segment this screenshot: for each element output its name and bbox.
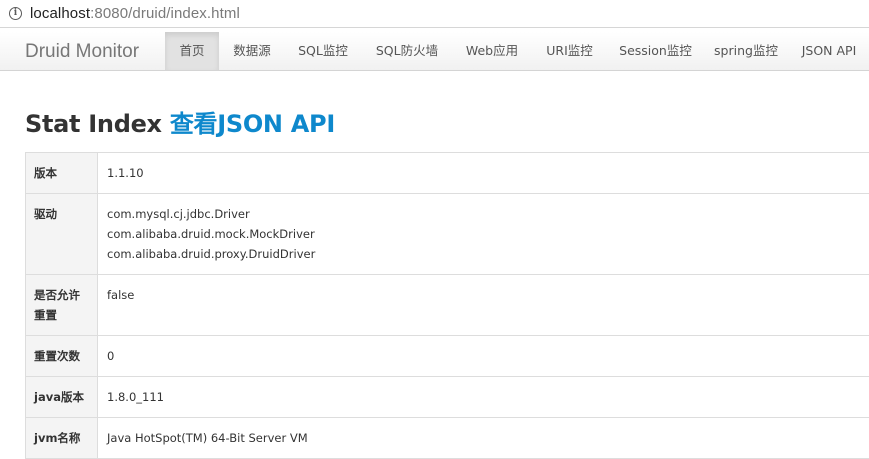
nav-item-sql-firewall[interactable]: SQL防火墙 — [361, 32, 453, 70]
page-title: Stat Index 查看JSON API — [25, 104, 335, 139]
row-key-reset-enable: 是否允许重置 — [25, 275, 98, 335]
table-row: 驱动 com.mysql.cj.jdbc.Driver com.alibaba.… — [25, 194, 869, 275]
json-api-link[interactable]: 查看JSON API — [170, 110, 335, 138]
row-value-version: 1.1.10 — [107, 166, 144, 180]
row-key-version: 版本 — [25, 153, 98, 193]
row-value-reset-count: 0 — [107, 349, 115, 363]
row-value-driver: com.mysql.cj.jdbc.Driver com.alibaba.dru… — [98, 194, 869, 274]
row-key-reset-count: 重置次数 — [25, 336, 98, 376]
info-icon[interactable]: i — [9, 7, 22, 20]
table-row: 重置次数 0 — [25, 336, 869, 377]
page-title-text: Stat Index — [25, 110, 162, 138]
row-value-java-version: 1.8.0_111 — [107, 390, 164, 404]
driver-item: com.alibaba.druid.mock.MockDriver — [107, 227, 315, 241]
nav-item-uri-monitor[interactable]: URI监控 — [531, 32, 608, 70]
table-row: 版本 1.1.10 — [25, 153, 869, 194]
brand-logo-text[interactable]: Druid Monitor — [25, 32, 139, 71]
nav-item-session-monitor[interactable]: Session监控 — [608, 32, 703, 70]
row-key-driver: 驱动 — [25, 194, 98, 274]
table-row: java版本 1.8.0_111 — [25, 377, 869, 418]
row-key-jvm-name: jvm名称 — [25, 418, 98, 458]
url-path: :8080/druid/index.html — [90, 5, 240, 22]
url-field[interactable]: localhost:8080/druid/index.html — [30, 5, 240, 22]
nav-item-datasource[interactable]: 数据源 — [219, 32, 285, 70]
driver-item: com.mysql.cj.jdbc.Driver — [107, 207, 250, 221]
nav-item-json-api[interactable]: JSON API — [789, 32, 869, 70]
address-bar[interactable]: i localhost:8080/druid/index.html — [0, 0, 869, 28]
row-key-java-version: java版本 — [25, 377, 98, 417]
navbar: Druid Monitor 首页 数据源 SQL监控 SQL防火墙 Web应用 … — [0, 32, 869, 71]
row-value-reset-enable: false — [107, 288, 135, 302]
driver-item: com.alibaba.druid.proxy.DruidDriver — [107, 247, 316, 261]
table-row: 是否允许重置 false — [25, 275, 869, 336]
nav-item-sql-monitor[interactable]: SQL监控 — [285, 32, 361, 70]
row-value-jvm-name: Java HotSpot(TM) 64-Bit Server VM — [107, 431, 308, 445]
stat-table: 版本 1.1.10 驱动 com.mysql.cj.jdbc.Driver co… — [25, 152, 869, 459]
nav-item-web-app[interactable]: Web应用 — [453, 32, 531, 70]
nav-item-home[interactable]: 首页 — [165, 32, 219, 70]
url-host: localhost — [30, 5, 91, 22]
nav-item-spring-monitor[interactable]: spring监控 — [703, 32, 789, 70]
